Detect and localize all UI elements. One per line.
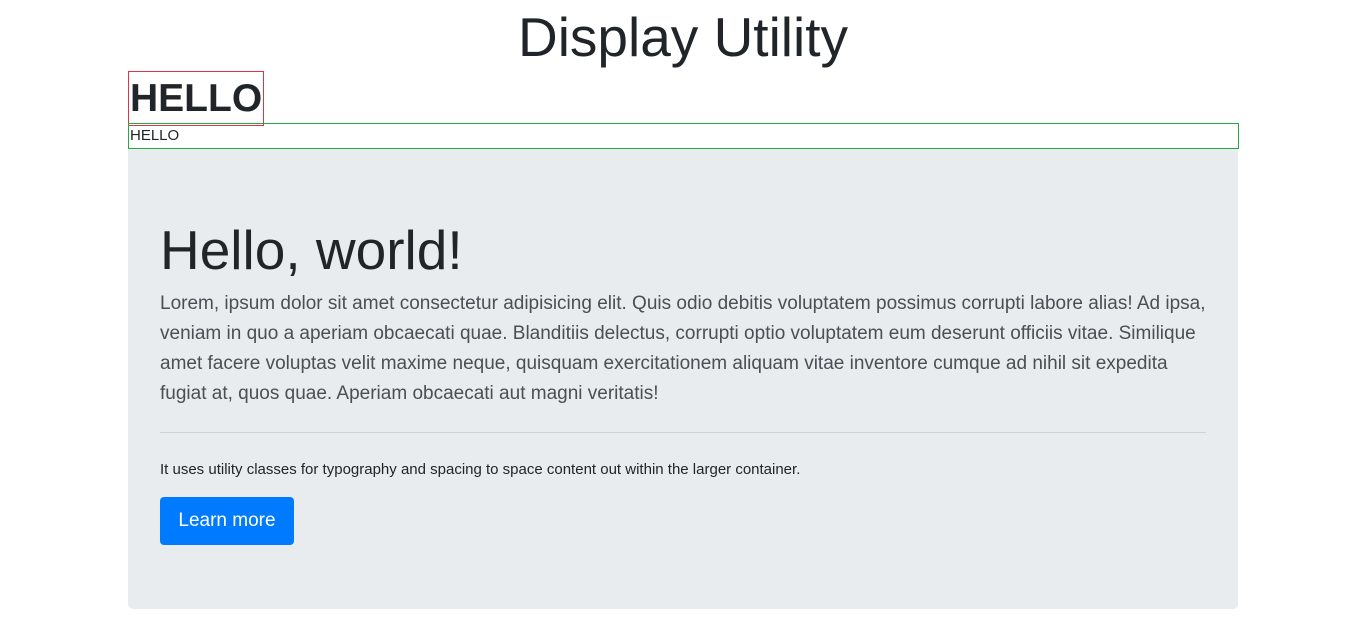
jumbotron: Hello, world! Lorem, ipsum dolor sit ame… (128, 149, 1238, 609)
learn-more-button[interactable]: Learn more (160, 497, 294, 545)
hello-inline-heading: HELLO (128, 71, 265, 126)
jumbotron-lead: Lorem, ipsum dolor sit amet consectetur … (160, 293, 1206, 404)
hello-block-text: HELLO (128, 123, 1239, 149)
jumbotron-note: It uses utility classes for typography a… (160, 461, 801, 478)
jumbotron-divider (160, 432, 1206, 433)
page-title: Display Utility (517, 6, 849, 68)
jumbotron-heading: Hello, world! (160, 219, 463, 281)
